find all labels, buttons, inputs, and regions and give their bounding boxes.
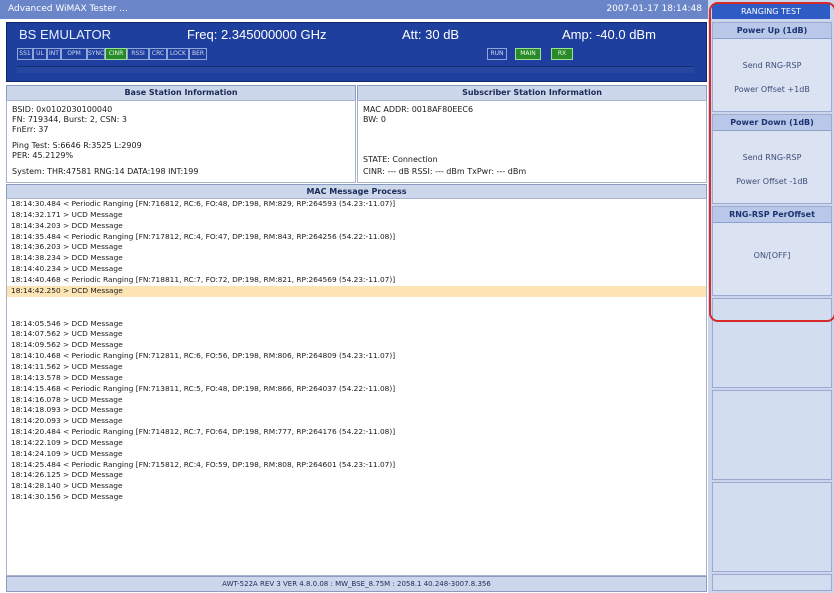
message-row[interactable]: 18:14:36.203 > UCD Message [7,242,706,253]
header-progress-strip [17,66,694,73]
amplitude-readout: Amp: -40.0 dBm [562,27,656,42]
per-line: PER: 45.2129% [12,151,74,160]
message-row[interactable] [7,297,706,319]
message-row[interactable]: 18:14:18.093 > DCD Message [7,405,706,416]
version-footer: AWT-522A REV 3 VER 4.8.0.08 : MW_BSE_8.7… [6,576,707,592]
indicator-ber: BER [189,48,207,60]
power-down-button[interactable]: Power Down (1dB) Send RNG-RSP Power Offs… [712,114,832,204]
message-row[interactable]: 18:14:40.468 < Periodic Ranging [FN:7188… [7,275,706,286]
mode-label: BS EMULATOR [19,27,111,42]
mac-message-list[interactable]: 18:14:30.484 < Periodic Ranging [FN:7168… [6,198,707,576]
indicator-int: INT [47,48,61,60]
message-row[interactable]: 18:14:28.140 > UCD Message [7,481,706,492]
message-row[interactable]: 18:14:40.234 > UCD Message [7,264,706,275]
message-row[interactable]: 18:14:11.562 > UCD Message [7,362,706,373]
window-title: Advanced WiMAX Tester ... [8,4,128,14]
indicator-sync: SYNC [87,48,105,60]
indicator-rssi: RSSI [127,48,149,60]
bs-info-panel: BSID: 0x0102030100040 FN: 719344, Burst:… [6,100,356,183]
indicator-ul: UL [33,48,47,60]
message-row[interactable]: 18:14:05.546 > DCD Message [7,319,706,330]
message-row[interactable]: 18:14:22.109 > DCD Message [7,438,706,449]
indicator-ss1: SS1 [17,48,33,60]
mac-addr-line: MAC ADDR: 0018AF80EEC6 [363,105,474,114]
power-down-line1: Send RNG-RSP [742,153,802,162]
power-down-line2: Power Offset -1dB [736,177,808,186]
indicator-crc: CRC [149,48,167,60]
indicator-cinr: CINR [105,48,127,60]
message-row[interactable]: 18:14:35.484 < Periodic Ranging [FN:7178… [7,232,706,243]
softkey-5-empty[interactable] [712,390,832,480]
peroffset-state: ON/[OFF] [753,251,791,260]
message-row-selected[interactable]: 18:14:42.250 > DCD Message [7,285,706,297]
message-row[interactable]: 18:14:10.468 < Periodic Ranging [FN:7128… [7,351,706,362]
fn-line: FN: 719344, Burst: 2, CSN: 3 [12,115,127,124]
power-up-title: Power Up (1dB) [713,23,831,39]
message-row[interactable]: 18:14:38.234 > DCD Message [7,253,706,264]
system-line: System: THR:47581 RNG:14 DATA:198 INT:19… [12,167,199,176]
fnerr-line: FnErr: 37 [12,125,49,134]
message-row[interactable]: 18:14:20.484 < Periodic Ranging [FN:7148… [7,427,706,438]
bsid-line: BSID: 0x0102030100040 [12,105,113,114]
indicator-lock: LOCK [167,48,189,60]
bw-line: BW: 0 [363,115,386,124]
clock-timestamp: 2007-01-17 18:14:48 [606,4,702,14]
peroffset-title: RNG-RSP PerOffset [713,207,831,223]
message-row[interactable]: 18:14:16.078 > UCD Message [7,395,706,406]
signal-line: CINR: --- dB RSSI: --- dBm TxPwr: --- dB… [363,167,527,176]
ping-test-line: Ping Test: S:6646 R:3525 L:2909 [12,141,142,150]
state-line: STATE: Connection [363,155,438,164]
message-row[interactable]: 18:14:09.562 > DCD Message [7,340,706,351]
bs-info-title: Base Station Information [6,85,356,101]
message-row[interactable]: 18:14:30.156 > DCD Message [7,492,706,503]
message-row[interactable]: 18:14:13.578 > DCD Message [7,373,706,384]
softkey-6-empty[interactable] [712,482,832,572]
message-row[interactable]: 18:14:34.203 > DCD Message [7,221,706,232]
attenuation-readout: Att: 30 dB [402,27,460,42]
message-row[interactable]: 18:14:15.468 < Periodic Ranging [FN:7138… [7,384,706,395]
message-row[interactable]: 18:14:20.093 > UCD Message [7,416,706,427]
rng-rsp-peroffset-button[interactable]: RNG-RSP PerOffset ON/[OFF] [712,206,832,296]
softkey-4-empty[interactable] [712,298,832,388]
ss-info-title: Subscriber Station Information [357,85,707,101]
indicator-opm: OPM [61,48,87,60]
message-row[interactable]: 18:14:30.484 < Periodic Ranging [FN:7168… [7,199,706,210]
message-row[interactable]: 18:14:26.125 > DCD Message [7,470,706,481]
ss-info-panel: MAC ADDR: 0018AF80EEC6 BW: 0 STATE: Conn… [357,100,707,183]
indicator-main: MAIN [515,48,541,60]
message-row[interactable]: 18:14:07.562 > UCD Message [7,329,706,340]
power-up-line2: Power Offset +1dB [734,85,810,94]
emulator-header: BS EMULATOR Freq: 2.345000000 GHz Att: 3… [6,22,707,82]
power-up-line1: Send RNG-RSP [742,61,802,70]
indicator-rx: RX [551,48,573,60]
title-bar: Advanced WiMAX Tester ... 2007-01-17 18:… [0,0,708,19]
message-row[interactable]: 18:14:24.109 > UCD Message [7,449,706,460]
message-row[interactable]: 18:14:32.171 > UCD Message [7,210,706,221]
power-down-title: Power Down (1dB) [713,115,831,131]
indicator-run: RUN [487,48,507,60]
menu-header: RANGING TEST [712,4,830,19]
power-up-button[interactable]: Power Up (1dB) Send RNG-RSP Power Offset… [712,22,832,112]
frequency-readout: Freq: 2.345000000 GHz [187,27,327,42]
message-row[interactable]: 18:14:25.484 < Periodic Ranging [FN:7158… [7,460,706,471]
softkey-7-empty[interactable] [712,574,832,591]
